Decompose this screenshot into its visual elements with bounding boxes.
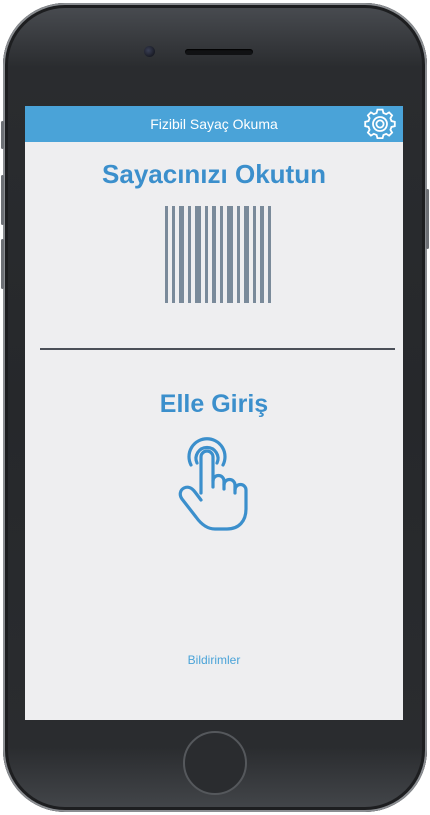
hand-tap-icon[interactable] — [177, 433, 257, 533]
home-button[interactable] — [183, 731, 247, 795]
notifications-link[interactable]: Bildirimler — [25, 652, 403, 668]
volume-down-button — [1, 239, 4, 289]
app-screen: Fizibil Sayaç Okuma Sayacınızı Okutun El… — [25, 106, 403, 720]
manual-entry-heading[interactable]: Elle Giriş — [25, 390, 403, 419]
app-title: Fizibil Sayaç Okuma — [150, 116, 278, 132]
power-button — [426, 189, 429, 249]
front-camera — [144, 46, 155, 57]
volume-up-button — [1, 175, 4, 225]
top-bar: Fizibil Sayaç Okuma — [25, 106, 403, 142]
phone-frame: Fizibil Sayaç Okuma Sayacınızı Okutun El… — [1, 3, 429, 812]
barcode-icon[interactable] — [165, 206, 271, 303]
earpiece-speaker — [185, 49, 253, 55]
mute-switch — [1, 121, 4, 149]
section-divider — [40, 348, 395, 350]
scan-meter-heading[interactable]: Sayacınızı Okutun — [25, 159, 403, 190]
gear-icon[interactable] — [363, 107, 397, 141]
